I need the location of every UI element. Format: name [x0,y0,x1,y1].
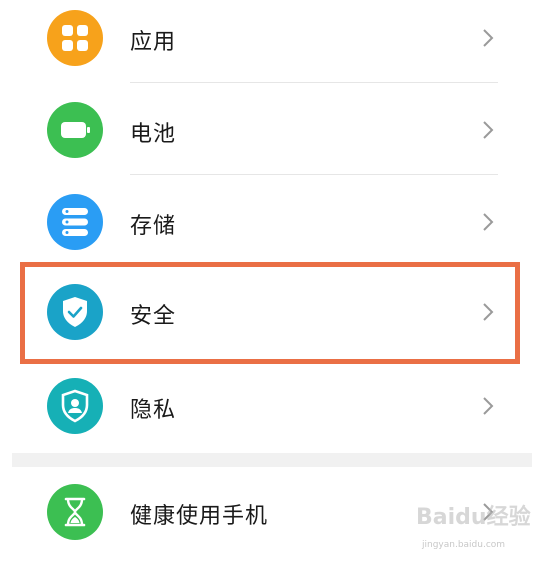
settings-item-privacy[interactable]: 隐私 [0,360,540,452]
settings-item-apps[interactable]: 应用 [0,0,540,84]
storage-icon [47,194,103,250]
settings-item-label: 电池 [130,122,177,147]
settings-item-battery[interactable]: 电池 [0,84,540,176]
settings-item-label: 健康使用手机 [130,504,269,529]
hourglass-icon [47,484,103,540]
chevron-right-icon [483,213,494,231]
settings-item-label: 隐私 [130,398,177,423]
battery-icon [47,102,103,158]
settings-item-label: 安全 [130,304,177,329]
apps-icon [47,10,103,66]
shield-check-icon [47,284,103,340]
privacy-shield-icon [47,378,103,434]
settings-item-label: 应用 [130,30,177,55]
chevron-right-icon [483,303,494,321]
settings-item-security[interactable]: 安全 [0,268,540,360]
settings-item-digital-balance[interactable]: 健康使用手机 [0,466,540,558]
divider [130,174,498,175]
settings-item-label: 存储 [130,214,177,239]
settings-item-storage[interactable]: 存储 [0,176,540,268]
section-divider [12,453,532,467]
divider [130,82,498,83]
chevron-right-icon [483,121,494,139]
chevron-right-icon [483,29,494,47]
chevron-right-icon [483,397,494,415]
chevron-right-icon [483,503,494,521]
